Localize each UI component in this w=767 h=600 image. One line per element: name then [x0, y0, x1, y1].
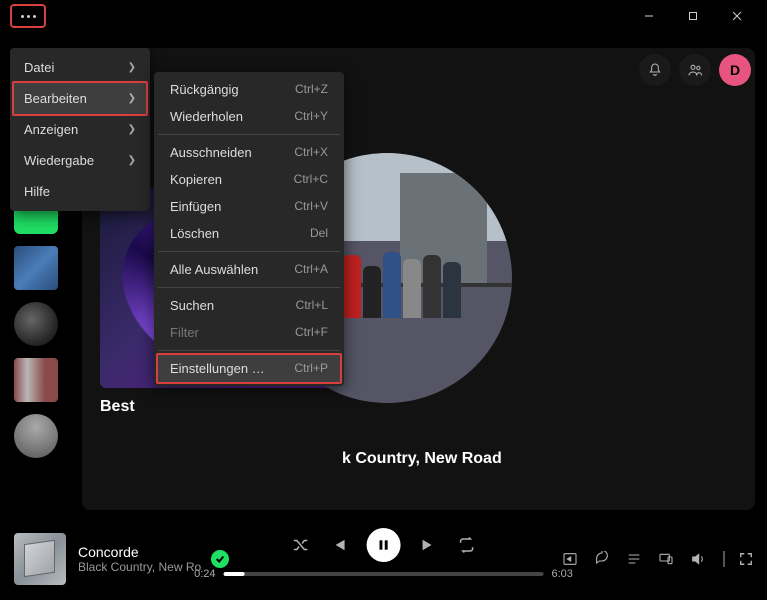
playlist-thumb[interactable]	[14, 246, 58, 290]
menu-separator	[158, 251, 340, 252]
main-menu: Datei ❯ Bearbeiten ❯ Anzeigen ❯ Wiederga…	[10, 48, 150, 211]
submenu-undo[interactable]: Rückgängig Ctrl+Z	[158, 76, 340, 103]
window-close-button[interactable]	[715, 2, 759, 30]
submenu-label: Löschen	[170, 226, 219, 241]
previous-button[interactable]	[329, 535, 349, 555]
submenu-label: Suchen	[170, 298, 214, 313]
submenu-shortcut: Ctrl+A	[294, 262, 328, 277]
menu-separator	[158, 350, 340, 351]
volume-button[interactable]	[689, 550, 707, 568]
next-button[interactable]	[419, 535, 439, 555]
total-time: 6:03	[552, 568, 573, 580]
window-maximize-button[interactable]	[671, 2, 715, 30]
playlist-thumb[interactable]	[14, 302, 58, 346]
titlebar	[0, 0, 767, 32]
play-pause-button[interactable]	[367, 528, 401, 562]
shuffle-button[interactable]	[291, 535, 311, 555]
submenu-shortcut: Ctrl+X	[294, 145, 328, 160]
menu-item-view[interactable]: Anzeigen ❯	[14, 114, 146, 145]
menu-separator	[158, 287, 340, 288]
elapsed-time: 0:24	[194, 568, 215, 580]
chevron-right-icon: ❯	[128, 62, 136, 73]
volume-indicator	[723, 551, 725, 567]
menu-item-label: Hilfe	[24, 184, 50, 199]
playback-controls: 0:24 6:03	[194, 528, 573, 580]
menu-item-label: Datei	[24, 60, 54, 75]
user-avatar[interactable]: D	[719, 54, 751, 86]
submenu-select-all[interactable]: Alle Auswählen Ctrl+A	[158, 256, 340, 283]
submenu-label: Filter	[170, 325, 199, 340]
edit-submenu: Rückgängig Ctrl+Z Wiederholen Ctrl+Y Aus…	[154, 72, 344, 386]
chevron-right-icon: ❯	[128, 93, 136, 104]
chevron-right-icon: ❯	[128, 124, 136, 135]
progress-row: 0:24 6:03	[194, 568, 573, 580]
friends-button[interactable]	[679, 54, 711, 86]
submenu-filter[interactable]: Filter Ctrl+F	[158, 319, 340, 346]
playlist-thumb[interactable]	[14, 358, 58, 402]
now-playing-meta: Concorde Black Country, New Ro	[78, 544, 201, 574]
repeat-button[interactable]	[457, 535, 477, 555]
submenu-label: Alle Auswählen	[170, 262, 258, 277]
menu-item-edit[interactable]: Bearbeiten ❯	[12, 81, 148, 116]
submenu-shortcut: Ctrl+Z	[295, 82, 328, 97]
menu-separator	[158, 134, 340, 135]
submenu-search[interactable]: Suchen Ctrl+L	[158, 292, 340, 319]
submenu-shortcut: Ctrl+F	[295, 325, 328, 340]
menu-item-label: Anzeigen	[24, 122, 78, 137]
topbar: D	[639, 54, 751, 86]
submenu-shortcut: Ctrl+Y	[294, 109, 328, 124]
app-menu-button[interactable]	[10, 4, 46, 28]
submenu-cut[interactable]: Ausschneiden Ctrl+X	[158, 139, 340, 166]
menu-item-file[interactable]: Datei ❯	[14, 52, 146, 83]
submenu-label: Kopieren	[170, 172, 222, 187]
playlist-thumb[interactable]	[14, 414, 58, 458]
submenu-label: Einstellungen …	[170, 361, 265, 376]
submenu-copy[interactable]: Kopieren Ctrl+C	[158, 166, 340, 193]
submenu-shortcut: Del	[310, 226, 328, 241]
menu-item-help[interactable]: Hilfe	[14, 176, 146, 207]
now-playing-cover[interactable]	[14, 533, 66, 585]
menu-item-playback[interactable]: Wiedergabe ❯	[14, 145, 146, 176]
submenu-shortcut: Ctrl+P	[294, 361, 328, 376]
fullscreen-button[interactable]	[739, 552, 753, 566]
submenu-preferences[interactable]: Einstellungen … Ctrl+P	[156, 353, 342, 384]
menu-item-label: Wiedergabe	[24, 153, 94, 168]
submenu-label: Einfügen	[170, 199, 221, 214]
submenu-label: Ausschneiden	[170, 145, 252, 160]
chevron-right-icon: ❯	[128, 155, 136, 166]
queue-button[interactable]	[625, 550, 643, 568]
submenu-delete[interactable]: Löschen Del	[158, 220, 340, 247]
submenu-shortcut: Ctrl+V	[294, 199, 328, 214]
player-bar: Concorde Black Country, New Ro 0:24 6:03	[0, 518, 767, 600]
sidebar	[12, 190, 60, 458]
progress-bar[interactable]	[224, 572, 544, 576]
submenu-redo[interactable]: Wiederholen Ctrl+Y	[158, 103, 340, 130]
notifications-button[interactable]	[639, 54, 671, 86]
now-playing-title[interactable]: Concorde	[78, 544, 201, 560]
right-controls	[561, 550, 753, 568]
artist-name: k Country, New Road	[342, 450, 502, 468]
submenu-label: Rückgängig	[170, 82, 239, 97]
submenu-label: Wiederholen	[170, 109, 243, 124]
submenu-shortcut: Ctrl+C	[294, 172, 328, 187]
lyrics-button[interactable]	[593, 550, 611, 568]
window-minimize-button[interactable]	[627, 2, 671, 30]
menu-item-label: Bearbeiten	[24, 91, 87, 106]
devices-button[interactable]	[657, 550, 675, 568]
playlist-title: Best	[100, 398, 360, 416]
now-playing-artist[interactable]: Black Country, New Ro	[78, 560, 201, 574]
submenu-paste[interactable]: Einfügen Ctrl+V	[158, 193, 340, 220]
submenu-shortcut: Ctrl+L	[296, 298, 328, 313]
